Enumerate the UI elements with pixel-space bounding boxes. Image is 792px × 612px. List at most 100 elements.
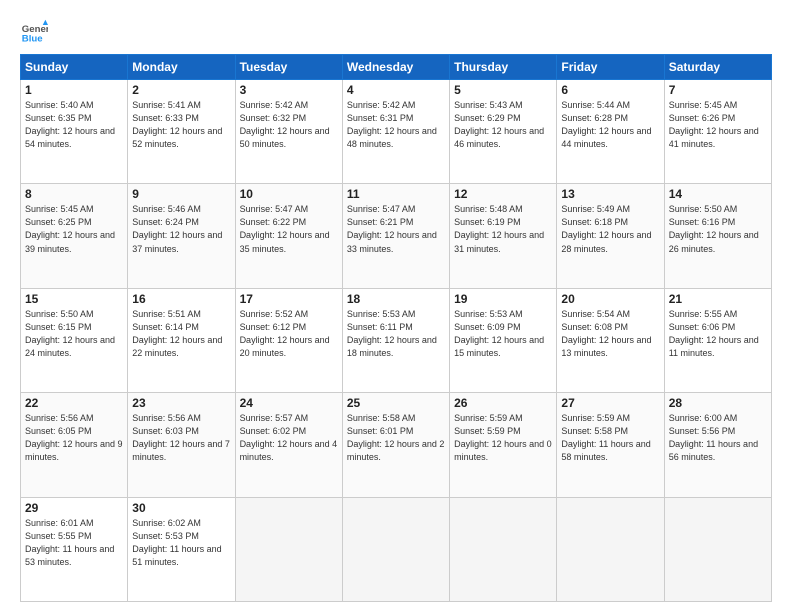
day-info: Sunrise: 5:57 AMSunset: 6:02 PMDaylight:…: [240, 413, 338, 462]
day-info: Sunrise: 6:00 AMSunset: 5:56 PMDaylight:…: [669, 413, 758, 462]
day-info: Sunrise: 5:41 AMSunset: 6:33 PMDaylight:…: [132, 100, 222, 149]
calendar-cell: 23 Sunrise: 5:56 AMSunset: 6:03 PMDaylig…: [128, 393, 235, 497]
day-info: Sunrise: 5:51 AMSunset: 6:14 PMDaylight:…: [132, 309, 222, 358]
calendar-cell: [235, 497, 342, 601]
day-number: 6: [561, 83, 659, 97]
day-info: Sunrise: 5:52 AMSunset: 6:12 PMDaylight:…: [240, 309, 330, 358]
day-number: 19: [454, 292, 552, 306]
calendar-week-row: 29 Sunrise: 6:01 AMSunset: 5:55 PMDaylig…: [21, 497, 772, 601]
day-number: 2: [132, 83, 230, 97]
day-number: 29: [25, 501, 123, 515]
day-number: 18: [347, 292, 445, 306]
calendar-cell: 21 Sunrise: 5:55 AMSunset: 6:06 PMDaylig…: [664, 288, 771, 392]
calendar-cell: 11 Sunrise: 5:47 AMSunset: 6:21 PMDaylig…: [342, 184, 449, 288]
day-info: Sunrise: 5:47 AMSunset: 6:21 PMDaylight:…: [347, 204, 437, 253]
day-info: Sunrise: 5:54 AMSunset: 6:08 PMDaylight:…: [561, 309, 651, 358]
day-number: 1: [25, 83, 123, 97]
day-number: 7: [669, 83, 767, 97]
day-info: Sunrise: 5:59 AMSunset: 5:59 PMDaylight:…: [454, 413, 552, 462]
calendar-cell: 9 Sunrise: 5:46 AMSunset: 6:24 PMDayligh…: [128, 184, 235, 288]
calendar-cell: 19 Sunrise: 5:53 AMSunset: 6:09 PMDaylig…: [450, 288, 557, 392]
day-number: 15: [25, 292, 123, 306]
day-number: 16: [132, 292, 230, 306]
calendar-cell: 13 Sunrise: 5:49 AMSunset: 6:18 PMDaylig…: [557, 184, 664, 288]
logo-icon: General Blue: [20, 18, 48, 46]
day-number: 28: [669, 396, 767, 410]
calendar-cell: 15 Sunrise: 5:50 AMSunset: 6:15 PMDaylig…: [21, 288, 128, 392]
calendar-week-row: 22 Sunrise: 5:56 AMSunset: 6:05 PMDaylig…: [21, 393, 772, 497]
calendar-table: SundayMondayTuesdayWednesdayThursdayFrid…: [20, 54, 772, 602]
day-number: 25: [347, 396, 445, 410]
day-number: 4: [347, 83, 445, 97]
calendar-cell: 4 Sunrise: 5:42 AMSunset: 6:31 PMDayligh…: [342, 80, 449, 184]
calendar-cell: 12 Sunrise: 5:48 AMSunset: 6:19 PMDaylig…: [450, 184, 557, 288]
day-info: Sunrise: 5:56 AMSunset: 6:05 PMDaylight:…: [25, 413, 123, 462]
calendar-cell: 28 Sunrise: 6:00 AMSunset: 5:56 PMDaylig…: [664, 393, 771, 497]
day-info: Sunrise: 5:56 AMSunset: 6:03 PMDaylight:…: [132, 413, 230, 462]
day-number: 23: [132, 396, 230, 410]
day-number: 5: [454, 83, 552, 97]
day-info: Sunrise: 5:40 AMSunset: 6:35 PMDaylight:…: [25, 100, 115, 149]
day-number: 27: [561, 396, 659, 410]
calendar-cell: 8 Sunrise: 5:45 AMSunset: 6:25 PMDayligh…: [21, 184, 128, 288]
calendar-cell: 5 Sunrise: 5:43 AMSunset: 6:29 PMDayligh…: [450, 80, 557, 184]
calendar-cell: 20 Sunrise: 5:54 AMSunset: 6:08 PMDaylig…: [557, 288, 664, 392]
calendar-week-row: 8 Sunrise: 5:45 AMSunset: 6:25 PMDayligh…: [21, 184, 772, 288]
calendar-cell: 17 Sunrise: 5:52 AMSunset: 6:12 PMDaylig…: [235, 288, 342, 392]
calendar-cell: 26 Sunrise: 5:59 AMSunset: 5:59 PMDaylig…: [450, 393, 557, 497]
day-info: Sunrise: 5:50 AMSunset: 6:16 PMDaylight:…: [669, 204, 759, 253]
calendar-cell: 18 Sunrise: 5:53 AMSunset: 6:11 PMDaylig…: [342, 288, 449, 392]
calendar-cell: 22 Sunrise: 5:56 AMSunset: 6:05 PMDaylig…: [21, 393, 128, 497]
day-number: 11: [347, 187, 445, 201]
calendar-cell: 1 Sunrise: 5:40 AMSunset: 6:35 PMDayligh…: [21, 80, 128, 184]
day-info: Sunrise: 5:55 AMSunset: 6:06 PMDaylight:…: [669, 309, 759, 358]
calendar-cell: [450, 497, 557, 601]
day-info: Sunrise: 5:47 AMSunset: 6:22 PMDaylight:…: [240, 204, 330, 253]
calendar-cell: 7 Sunrise: 5:45 AMSunset: 6:26 PMDayligh…: [664, 80, 771, 184]
day-info: Sunrise: 5:45 AMSunset: 6:25 PMDaylight:…: [25, 204, 115, 253]
weekday-header-tuesday: Tuesday: [235, 55, 342, 80]
day-number: 9: [132, 187, 230, 201]
calendar-cell: 16 Sunrise: 5:51 AMSunset: 6:14 PMDaylig…: [128, 288, 235, 392]
day-info: Sunrise: 5:45 AMSunset: 6:26 PMDaylight:…: [669, 100, 759, 149]
day-number: 17: [240, 292, 338, 306]
weekday-header-sunday: Sunday: [21, 55, 128, 80]
page: General Blue SundayMondayTuesdayWednesda…: [0, 0, 792, 612]
day-number: 13: [561, 187, 659, 201]
day-number: 12: [454, 187, 552, 201]
day-info: Sunrise: 5:46 AMSunset: 6:24 PMDaylight:…: [132, 204, 222, 253]
day-number: 21: [669, 292, 767, 306]
logo: General Blue: [20, 18, 48, 46]
day-info: Sunrise: 5:59 AMSunset: 5:58 PMDaylight:…: [561, 413, 650, 462]
header: General Blue: [20, 18, 772, 46]
day-number: 14: [669, 187, 767, 201]
calendar-week-row: 15 Sunrise: 5:50 AMSunset: 6:15 PMDaylig…: [21, 288, 772, 392]
calendar-cell: [557, 497, 664, 601]
day-number: 10: [240, 187, 338, 201]
weekday-header-saturday: Saturday: [664, 55, 771, 80]
day-info: Sunrise: 5:58 AMSunset: 6:01 PMDaylight:…: [347, 413, 445, 462]
day-number: 26: [454, 396, 552, 410]
day-info: Sunrise: 5:48 AMSunset: 6:19 PMDaylight:…: [454, 204, 544, 253]
calendar-cell: 6 Sunrise: 5:44 AMSunset: 6:28 PMDayligh…: [557, 80, 664, 184]
calendar-cell: 30 Sunrise: 6:02 AMSunset: 5:53 PMDaylig…: [128, 497, 235, 601]
calendar-cell: [342, 497, 449, 601]
weekday-header-wednesday: Wednesday: [342, 55, 449, 80]
day-info: Sunrise: 5:53 AMSunset: 6:09 PMDaylight:…: [454, 309, 544, 358]
day-info: Sunrise: 5:43 AMSunset: 6:29 PMDaylight:…: [454, 100, 544, 149]
day-info: Sunrise: 6:01 AMSunset: 5:55 PMDaylight:…: [25, 518, 114, 567]
calendar-cell: 2 Sunrise: 5:41 AMSunset: 6:33 PMDayligh…: [128, 80, 235, 184]
day-info: Sunrise: 5:44 AMSunset: 6:28 PMDaylight:…: [561, 100, 651, 149]
calendar-cell: 10 Sunrise: 5:47 AMSunset: 6:22 PMDaylig…: [235, 184, 342, 288]
calendar-cell: [664, 497, 771, 601]
day-info: Sunrise: 5:50 AMSunset: 6:15 PMDaylight:…: [25, 309, 115, 358]
weekday-header-thursday: Thursday: [450, 55, 557, 80]
calendar-cell: 24 Sunrise: 5:57 AMSunset: 6:02 PMDaylig…: [235, 393, 342, 497]
day-info: Sunrise: 5:53 AMSunset: 6:11 PMDaylight:…: [347, 309, 437, 358]
calendar-cell: 3 Sunrise: 5:42 AMSunset: 6:32 PMDayligh…: [235, 80, 342, 184]
day-number: 24: [240, 396, 338, 410]
calendar-week-row: 1 Sunrise: 5:40 AMSunset: 6:35 PMDayligh…: [21, 80, 772, 184]
day-info: Sunrise: 5:42 AMSunset: 6:31 PMDaylight:…: [347, 100, 437, 149]
calendar-cell: 27 Sunrise: 5:59 AMSunset: 5:58 PMDaylig…: [557, 393, 664, 497]
day-number: 3: [240, 83, 338, 97]
